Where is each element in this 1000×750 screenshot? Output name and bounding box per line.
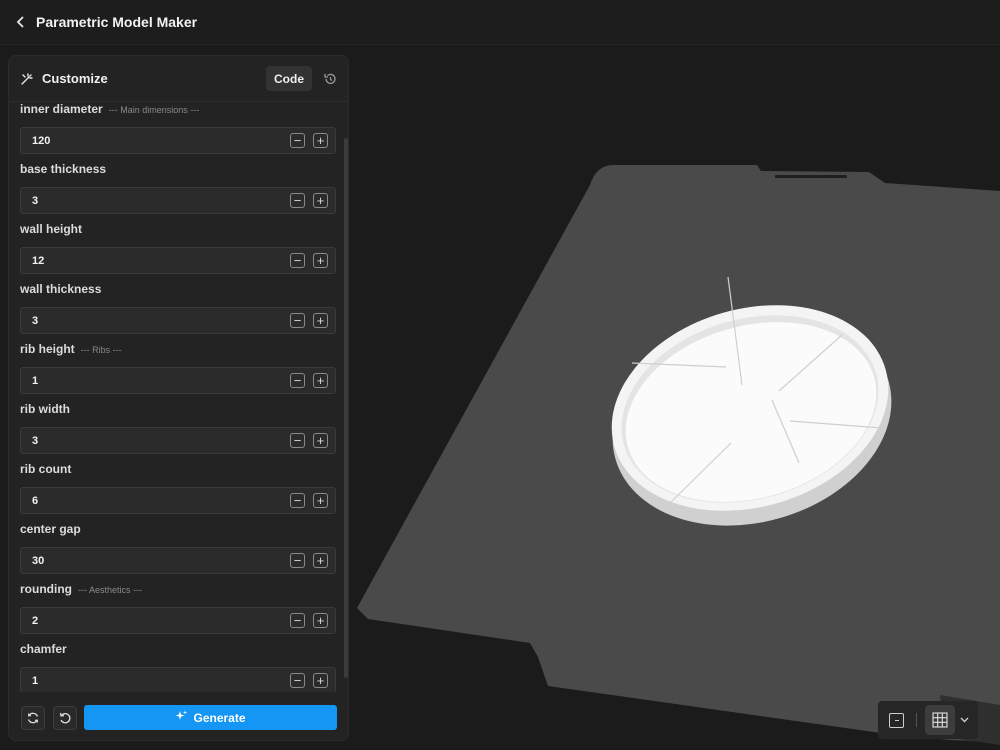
- toolbar-divider: [916, 713, 917, 727]
- param-label: wall height: [20, 222, 83, 236]
- param-input[interactable]: 12− +: [20, 247, 336, 274]
- panel-title: Customize: [42, 71, 108, 86]
- param-value[interactable]: 3: [32, 195, 290, 207]
- param-label: wall thickness: [20, 282, 102, 296]
- param-input[interactable]: 1− +: [20, 367, 336, 394]
- param-rounding: rounding --- Aesthetics --- 2− +: [20, 582, 336, 634]
- increment-button[interactable]: +: [313, 313, 328, 328]
- orthographic-toggle-icon[interactable]: [889, 712, 904, 728]
- increment-button[interactable]: +: [313, 493, 328, 508]
- params-list: inner diameter --- Main dimensions --- 12…: [9, 102, 343, 692]
- param-chamfer: chamfer 1− +: [20, 642, 336, 692]
- decrement-button[interactable]: −: [290, 673, 305, 688]
- param-input[interactable]: 3− +: [20, 427, 336, 454]
- param-value[interactable]: 30: [32, 555, 290, 567]
- decrement-button[interactable]: −: [290, 313, 305, 328]
- increment-button[interactable]: +: [313, 193, 328, 208]
- param-input[interactable]: 2− +: [20, 607, 336, 634]
- refresh-icon[interactable]: [21, 706, 45, 730]
- param-input[interactable]: 3− +: [20, 187, 336, 214]
- decrement-button[interactable]: −: [290, 133, 305, 148]
- param-label: center gap: [20, 522, 81, 536]
- param-value[interactable]: 1: [32, 375, 290, 387]
- decrement-button[interactable]: −: [290, 613, 305, 628]
- back-chevron-icon[interactable]: [14, 15, 28, 29]
- history-icon[interactable]: [322, 71, 338, 87]
- param-label: rib count: [20, 462, 72, 476]
- top-bar: Parametric Model Maker: [0, 0, 1000, 45]
- grid-icon[interactable]: [925, 705, 955, 735]
- decrement-button[interactable]: −: [290, 553, 305, 568]
- increment-button[interactable]: +: [313, 253, 328, 268]
- param-value[interactable]: 6: [32, 495, 290, 507]
- customize-panel: Customize Code inner diameter --- Main di…: [8, 55, 349, 741]
- param-input[interactable]: 1− +: [20, 667, 336, 692]
- section-label: --- Ribs ---: [80, 345, 122, 355]
- increment-button[interactable]: +: [313, 553, 328, 568]
- param-rib-width: rib width 3− +: [20, 402, 336, 454]
- param-value[interactable]: 2: [32, 615, 290, 627]
- param-rib-count: rib count 6− +: [20, 462, 336, 514]
- param-center-gap: center gap 30− +: [20, 522, 336, 574]
- param-label: rounding: [20, 582, 72, 596]
- param-wall-thickness: wall thickness 3− +: [20, 282, 336, 334]
- param-value[interactable]: 3: [32, 315, 290, 327]
- sparkle-icon: [175, 710, 188, 725]
- param-value[interactable]: 1: [32, 675, 290, 687]
- view-toolbar: [878, 701, 978, 739]
- wand-icon: [19, 71, 35, 87]
- param-input[interactable]: 30− +: [20, 547, 336, 574]
- decrement-button[interactable]: −: [290, 493, 305, 508]
- app-title: Parametric Model Maker: [36, 14, 198, 30]
- param-inner-diameter: inner diameter --- Main dimensions --- 12…: [20, 102, 336, 154]
- param-wall-height: wall height 12− +: [20, 222, 336, 274]
- increment-button[interactable]: +: [313, 613, 328, 628]
- decrement-button[interactable]: −: [290, 253, 305, 268]
- generate-label: Generate: [193, 710, 246, 725]
- param-value[interactable]: 12: [32, 255, 290, 267]
- panel-footer: Generate: [9, 701, 348, 740]
- param-label: base thickness: [20, 162, 107, 176]
- increment-button[interactable]: +: [313, 133, 328, 148]
- params-scrollbar[interactable]: [344, 138, 348, 678]
- panel-header: Customize Code: [9, 56, 348, 102]
- param-base-thickness: base thickness 3− +: [20, 162, 336, 214]
- undo-icon[interactable]: [53, 706, 77, 730]
- section-label: --- Aesthetics ---: [77, 585, 142, 595]
- decrement-button[interactable]: −: [290, 373, 305, 388]
- param-label: rib width: [20, 402, 70, 416]
- code-button[interactable]: Code: [266, 66, 312, 91]
- param-label: rib height: [20, 342, 75, 356]
- decrement-button[interactable]: −: [290, 193, 305, 208]
- param-label: chamfer: [20, 642, 67, 656]
- section-label: --- Main dimensions ---: [108, 105, 200, 115]
- generate-button[interactable]: Generate: [84, 705, 337, 730]
- plate-slot: [775, 175, 847, 178]
- chevron-down-icon[interactable]: [960, 717, 969, 723]
- param-value[interactable]: 3: [32, 435, 290, 447]
- decrement-button[interactable]: −: [290, 433, 305, 448]
- param-input[interactable]: 3− +: [20, 307, 336, 334]
- increment-button[interactable]: +: [313, 373, 328, 388]
- increment-button[interactable]: +: [313, 433, 328, 448]
- increment-button[interactable]: +: [313, 673, 328, 688]
- param-label: inner diameter: [20, 102, 103, 116]
- param-rib-height: rib height --- Ribs --- 1− +: [20, 342, 336, 394]
- param-input[interactable]: 6− +: [20, 487, 336, 514]
- param-input[interactable]: 120− +: [20, 127, 336, 154]
- param-value[interactable]: 120: [32, 135, 290, 147]
